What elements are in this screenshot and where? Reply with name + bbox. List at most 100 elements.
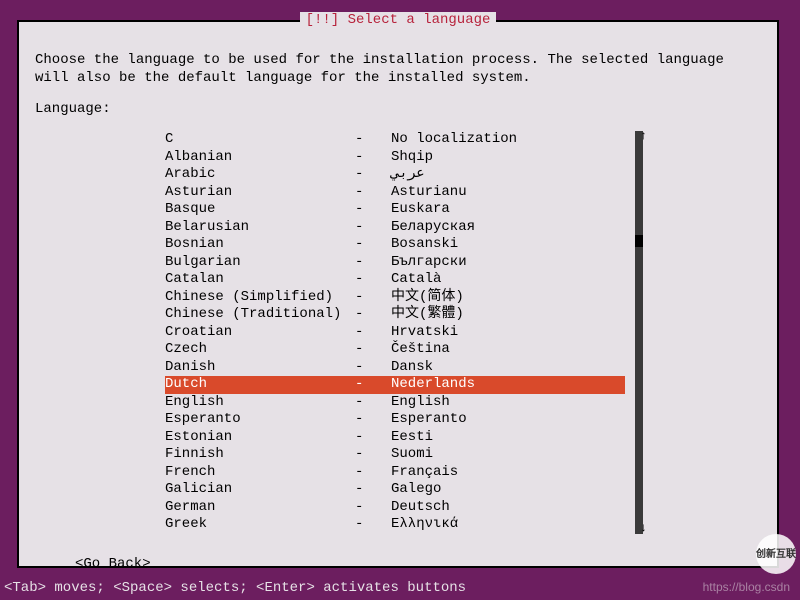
language-name: English: [165, 394, 355, 412]
language-option[interactable]: Chinese (Simplified) - 中文(简体): [165, 289, 625, 307]
separator: -: [355, 289, 391, 307]
separator: -: [355, 324, 391, 342]
language-name: Greek: [165, 516, 355, 534]
language-name: Arabic: [165, 166, 355, 184]
language-option[interactable]: Dutch - Nederlands: [165, 376, 625, 394]
watermark-logo: 创新互联: [756, 534, 796, 574]
scrollbar-thumb[interactable]: [635, 235, 643, 247]
separator: -: [355, 464, 391, 482]
language-option[interactable]: Greek - Ελληνικά: [165, 516, 625, 534]
language-name: C: [165, 131, 355, 149]
instructions-text: Choose the language to be used for the i…: [35, 52, 761, 87]
language-name: Asturian: [165, 184, 355, 202]
language-native: Galego: [391, 481, 441, 499]
language-name: Basque: [165, 201, 355, 219]
status-bar: <Tab> moves; <Space> selects; <Enter> ac…: [0, 580, 466, 596]
language-name: Albanian: [165, 149, 355, 167]
language-option[interactable]: Czech - Čeština: [165, 341, 625, 359]
separator: -: [355, 201, 391, 219]
separator: -: [355, 359, 391, 377]
separator: -: [355, 411, 391, 429]
language-option[interactable]: Bulgarian - Български: [165, 254, 625, 272]
language-native: Suomi: [391, 446, 433, 464]
scroll-up-icon[interactable]: ↑: [640, 129, 647, 144]
language-name: Finnish: [165, 446, 355, 464]
scrollbar-track[interactable]: [635, 131, 643, 534]
language-name: Galician: [165, 481, 355, 499]
language-native: Nederlands: [391, 376, 559, 394]
language-native: Català: [391, 271, 441, 289]
language-option[interactable]: Chinese (Traditional) - 中文(繁體): [165, 306, 625, 324]
language-option[interactable]: Belarusian - Беларуская: [165, 219, 625, 237]
language-native: Esperanto: [391, 411, 467, 429]
language-option[interactable]: German - Deutsch: [165, 499, 625, 517]
language-option[interactable]: Catalan - Català: [165, 271, 625, 289]
language-native: No localization: [391, 131, 517, 149]
language-option[interactable]: Arabic - عربي: [165, 166, 625, 184]
language-native: Български: [391, 254, 467, 272]
language-native: Deutsch: [391, 499, 450, 517]
language-name: Czech: [165, 341, 355, 359]
language-option[interactable]: Bosnian - Bosanski: [165, 236, 625, 254]
separator: -: [355, 254, 391, 272]
separator: -: [355, 446, 391, 464]
language-name: Bosnian: [165, 236, 355, 254]
separator: -: [355, 516, 391, 534]
separator: -: [355, 306, 391, 324]
language-native: Français: [391, 464, 458, 482]
language-native: Euskara: [391, 201, 450, 219]
separator: -: [355, 184, 391, 202]
language-option[interactable]: Danish - Dansk: [165, 359, 625, 377]
language-option[interactable]: Albanian - Shqip: [165, 149, 625, 167]
language-option[interactable]: Galician - Galego: [165, 481, 625, 499]
dialog-title: [!!] Select a language: [19, 12, 777, 28]
language-option[interactable]: Asturian - Asturianu: [165, 184, 625, 202]
language-native: عربي: [391, 166, 425, 184]
go-back-button[interactable]: <Go Back>: [35, 556, 761, 572]
separator: -: [355, 481, 391, 499]
separator: -: [355, 149, 391, 167]
separator: -: [355, 376, 391, 394]
language-native: Shqip: [391, 149, 433, 167]
separator: -: [355, 219, 391, 237]
separator: -: [355, 394, 391, 412]
watermark-text: https://blog.csdn: [703, 580, 790, 594]
separator: -: [355, 429, 391, 447]
language-native: Asturianu: [391, 184, 467, 202]
language-name: Esperanto: [165, 411, 355, 429]
language-native: Hrvatski: [391, 324, 458, 342]
language-name: Catalan: [165, 271, 355, 289]
language-option[interactable]: C - No localization: [165, 131, 625, 149]
language-name: Danish: [165, 359, 355, 377]
language-name: German: [165, 499, 355, 517]
language-native: Bosanski: [391, 236, 458, 254]
language-name: Bulgarian: [165, 254, 355, 272]
language-native: 中文(简体): [391, 289, 464, 307]
language-option[interactable]: Basque - Euskara: [165, 201, 625, 219]
installer-screen: [!!] Select a language Choose the langua…: [0, 0, 800, 600]
separator: -: [355, 131, 391, 149]
scroll-down-icon[interactable]: ↓: [640, 521, 647, 536]
language-option[interactable]: French - Français: [165, 464, 625, 482]
language-native: Dansk: [391, 359, 433, 377]
language-name: Belarusian: [165, 219, 355, 237]
language-name: Chinese (Traditional): [165, 306, 355, 324]
language-native: Ελληνικά: [391, 516, 458, 534]
language-native: Беларуская: [391, 219, 475, 237]
language-option[interactable]: Croatian - Hrvatski: [165, 324, 625, 342]
language-option[interactable]: English - English: [165, 394, 625, 412]
language-name: Chinese (Simplified): [165, 289, 355, 307]
language-name: Croatian: [165, 324, 355, 342]
language-option[interactable]: Finnish - Suomi: [165, 446, 625, 464]
language-option[interactable]: Estonian - Eesti: [165, 429, 625, 447]
language-native: Eesti: [391, 429, 433, 447]
separator: -: [355, 499, 391, 517]
language-dialog: [!!] Select a language Choose the langua…: [17, 20, 779, 568]
language-native: 中文(繁體): [391, 306, 464, 324]
language-name: Estonian: [165, 429, 355, 447]
language-name: French: [165, 464, 355, 482]
language-list[interactable]: C - No localizationAlbanian - ShqipArabi…: [165, 131, 625, 534]
language-option[interactable]: Esperanto - Esperanto: [165, 411, 625, 429]
watermark-logo-text: 创新互联: [756, 549, 796, 560]
language-name: Dutch: [165, 376, 355, 394]
